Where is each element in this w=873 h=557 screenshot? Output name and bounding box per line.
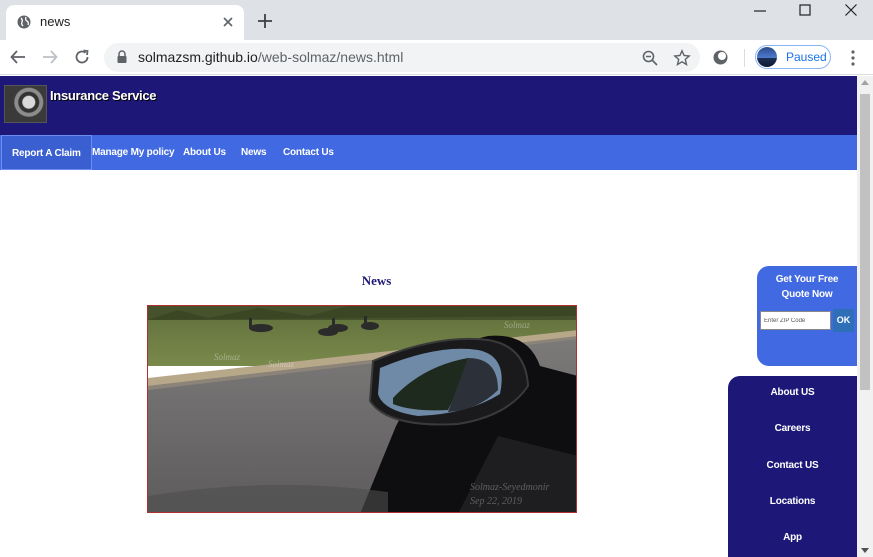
maximize-icon[interactable] [798, 3, 812, 17]
tab-strip: news [0, 0, 873, 40]
zip-code-input[interactable] [760, 311, 831, 330]
forward-arrow-icon[interactable] [41, 48, 59, 66]
minimize-icon[interactable] [753, 3, 767, 17]
close-tab-icon[interactable] [220, 14, 236, 30]
toolbar-separator [744, 49, 745, 67]
lock-icon [117, 50, 127, 63]
side-menu: About US Careers Contact US Locations Ap… [728, 376, 857, 557]
extension-icon[interactable] [712, 49, 729, 66]
profile-button[interactable]: Paused [755, 45, 831, 69]
zoom-icon[interactable] [641, 49, 659, 67]
url-path: /web-solmaz/news.html [257, 49, 404, 65]
photo-watermark-date: Sep 22, 2019 [470, 496, 522, 507]
photo-watermark-2: Solmaz [268, 359, 295, 369]
photo-watermark-3: Solmaz [504, 320, 531, 330]
scroll-up-arrow-icon[interactable] [861, 80, 869, 85]
page-scrollbar[interactable] [857, 76, 873, 557]
url-text: solmazsm.github.io/web-solmaz/news.html [138, 49, 403, 65]
nav-about-us[interactable]: About Us [183, 135, 226, 170]
close-window-icon[interactable] [844, 3, 858, 17]
side-item-careers[interactable]: Careers [728, 423, 857, 434]
page-viewport: Insurance Service Report A Claim Manage … [0, 76, 857, 557]
browser-toolbar: solmazsm.github.io/web-solmaz/news.html … [0, 40, 873, 75]
address-bar[interactable]: solmazsm.github.io/web-solmaz/news.html [104, 43, 700, 72]
more-menu-icon[interactable] [846, 49, 860, 67]
news-photo: Solmaz Solmaz Solmaz Solmaz-Seyedmonir S… [147, 305, 577, 513]
back-arrow-icon[interactable] [9, 48, 27, 66]
nav-manage-policy[interactable]: Manage My policy [92, 135, 175, 170]
side-item-app[interactable]: App [728, 532, 857, 543]
tab-news[interactable]: news [6, 5, 244, 40]
quote-ok-button[interactable]: OK [833, 309, 854, 332]
quote-widget: Get Your Free Quote Now OK [757, 266, 857, 366]
avatar [757, 47, 777, 67]
nav-news[interactable]: News [241, 135, 267, 170]
nav-contact-us[interactable]: Contact Us [283, 135, 334, 170]
side-item-contact-us[interactable]: Contact US [728, 460, 857, 471]
globe-icon [17, 15, 31, 29]
tab-title: news [40, 14, 71, 29]
profile-status: Paused [786, 50, 827, 64]
nav-report-claim[interactable]: Report A Claim [1, 135, 92, 170]
photo-watermark-1: Solmaz [214, 352, 241, 362]
bookmark-star-icon[interactable] [673, 49, 691, 67]
side-item-locations[interactable]: Locations [728, 496, 857, 507]
main-nav: Report A Claim Manage My policy About Us… [0, 135, 857, 170]
site-title[interactable]: Insurance Service [50, 88, 156, 103]
url-host: solmazsm.github.io [138, 49, 258, 65]
site-logo[interactable] [4, 85, 47, 123]
new-tab-icon[interactable] [256, 12, 274, 30]
site-header: Insurance Service [0, 76, 857, 135]
photo-watermark-name: Solmaz-Seyedmonir [470, 482, 550, 493]
scrollbar-thumb[interactable] [860, 94, 870, 390]
news-heading: News [361, 273, 392, 288]
reload-icon[interactable] [73, 48, 91, 66]
scroll-down-arrow-icon[interactable] [861, 548, 869, 553]
side-item-about-us[interactable]: About US [728, 387, 857, 398]
quote-title: Get Your Free Quote Now [775, 274, 839, 300]
